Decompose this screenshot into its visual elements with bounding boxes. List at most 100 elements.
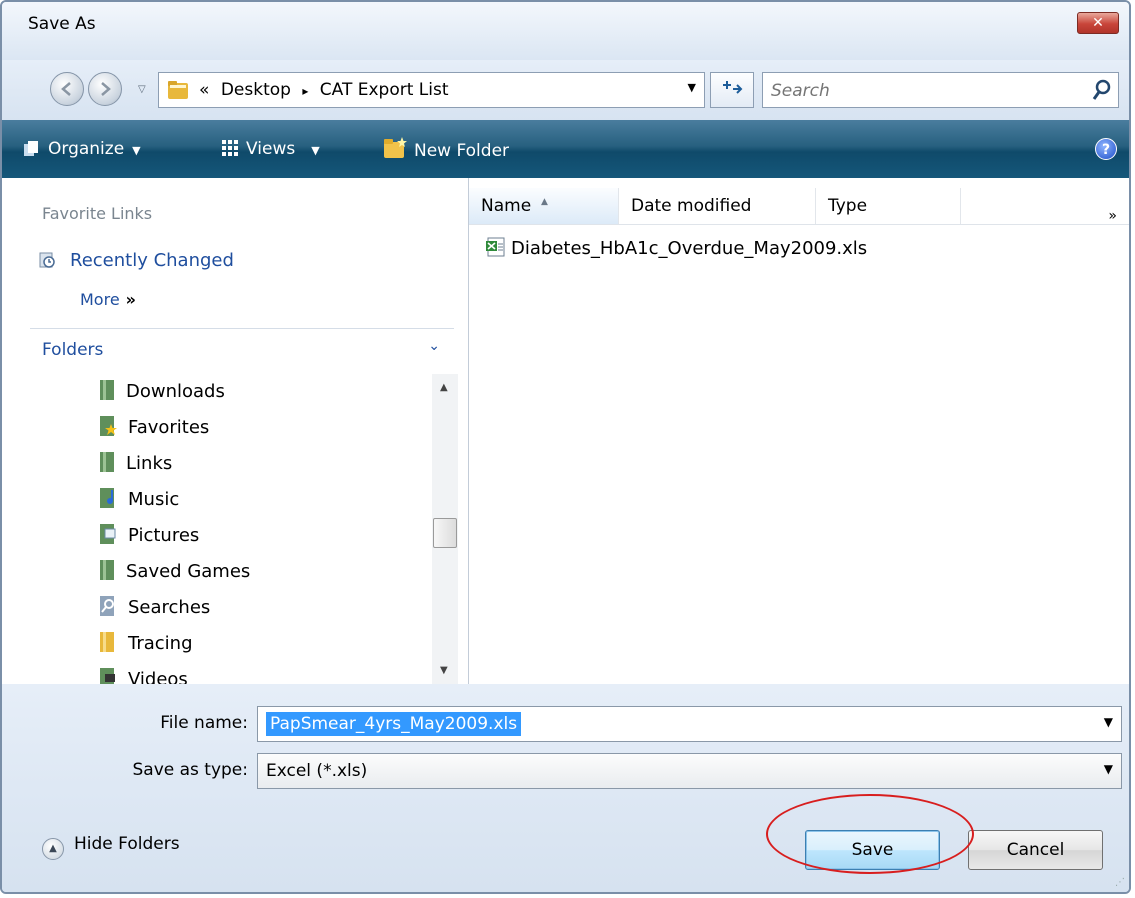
file-name-label: File name: [160, 713, 248, 733]
chevron-down-icon: ▼ [132, 144, 141, 157]
tree-item-links[interactable]: Links [98, 446, 172, 482]
new-folder-label: New Folder [414, 141, 510, 161]
scroll-up-icon[interactable]: ▲ [440, 382, 448, 393]
tree-item-label: Videos [128, 669, 188, 684]
save-as-dialog: Save As ✕ ▽ « Desktop ▸ CAT Export List … [0, 0, 1131, 894]
recent-icon [39, 252, 55, 268]
forward-button[interactable] [88, 72, 122, 106]
yellow-folder-icon [100, 632, 114, 652]
search-icon[interactable] [1092, 79, 1112, 101]
views-icon [222, 140, 238, 156]
organize-menu[interactable]: Organize ▼ [22, 136, 141, 162]
save-as-type-label: Save as type: [132, 760, 248, 780]
folder-icon [100, 380, 114, 400]
save-as-type-select[interactable]: Excel (*.xls) ▼ [257, 753, 1122, 789]
folders-header[interactable]: Folders [42, 340, 103, 360]
excel-file-icon [486, 237, 505, 257]
folder-icon [100, 452, 114, 472]
help-button[interactable]: ? [1095, 138, 1117, 160]
close-button[interactable]: ✕ [1077, 12, 1119, 34]
list-item[interactable]: Diabetes_HbA1c_Overdue_May2009.xls [485, 236, 867, 259]
column-header-name[interactable]: ▲ Name [469, 188, 619, 224]
tree-item-searches[interactable]: Searches [98, 590, 210, 626]
save-options-area: File name: PapSmear_4yrs_May2009.xls ▼ S… [2, 684, 1129, 892]
more-columns-icon[interactable]: » [1108, 198, 1117, 234]
address-dropdown-icon[interactable]: ▼ [688, 81, 696, 94]
chevron-down-icon: ▼ [311, 144, 320, 157]
favorite-link-label: Recently Changed [70, 250, 234, 271]
file-name-input[interactable]: PapSmear_4yrs_May2009.xls [266, 712, 522, 736]
refresh-icon [723, 81, 743, 94]
breadcrumb-overflow[interactable]: « [199, 80, 209, 100]
tree-item-label: Downloads [126, 381, 225, 402]
back-arrow-icon [61, 82, 71, 96]
command-toolbar: Organize ▼ Views ▼ New Folder ? [2, 120, 1129, 178]
more-label: More [80, 290, 120, 309]
tree-item-downloads[interactable]: Downloads [98, 374, 225, 410]
tree-item-tracing[interactable]: Tracing [98, 626, 193, 662]
views-label: Views [246, 139, 296, 159]
save-button[interactable]: Save [805, 830, 940, 870]
column-header-row: ▲ Name Date modified Type » [469, 188, 1129, 225]
favorites-icon [100, 416, 117, 436]
save-as-type-value: Excel (*.xls) [266, 761, 368, 781]
tree-item-saved-games[interactable]: Saved Games [98, 554, 250, 590]
searches-icon [100, 596, 114, 616]
more-chevron-icon: » [125, 290, 137, 309]
tree-item-label: Pictures [128, 525, 200, 546]
organize-icon [24, 141, 38, 156]
back-button[interactable] [50, 72, 84, 106]
navigation-pane: Favorite Links Recently Changed More » Fo… [2, 178, 469, 684]
recent-pages-dropdown[interactable]: ▽ [138, 84, 146, 95]
divider [30, 328, 454, 329]
window-title: Save As [28, 14, 96, 34]
tree-item-label: Music [128, 489, 180, 510]
sort-ascending-icon: ▲ [541, 197, 548, 207]
breadcrumb: « Desktop ▸ CAT Export List [199, 80, 455, 100]
new-folder-icon [384, 137, 407, 158]
chevron-down-icon[interactable]: ▼ [1104, 762, 1113, 776]
tree-item-label: Saved Games [126, 561, 251, 582]
column-header-date-modified[interactable]: Date modified [619, 188, 816, 224]
hide-folders-label: Hide Folders [74, 834, 180, 854]
folder-icon [100, 560, 114, 580]
column-header-type[interactable]: Type [816, 188, 961, 224]
folder-tree: Downloads Favorites Links Music Pictures… [2, 374, 434, 684]
breadcrumb-separator[interactable]: ▸ [302, 84, 308, 98]
hide-folders-button[interactable]: ▲ Hide Folders [42, 834, 180, 860]
chevron-down-icon[interactable]: ⌄ [428, 338, 440, 354]
cancel-button[interactable]: Cancel [968, 830, 1103, 870]
tree-item-videos[interactable]: Videos [98, 662, 188, 684]
more-links[interactable]: More » [80, 290, 136, 309]
file-name: Diabetes_HbA1c_Overdue_May2009.xls [511, 238, 868, 259]
tree-item-favorites[interactable]: Favorites [98, 410, 209, 446]
navigation-bar: ▽ « Desktop ▸ CAT Export List ▼ [2, 60, 1129, 120]
folder-tree-scrollbar[interactable]: ▲ ▼ [432, 374, 458, 684]
tree-item-label: Links [126, 453, 173, 474]
tree-item-pictures[interactable]: Pictures [98, 518, 199, 554]
breadcrumb-desktop[interactable]: Desktop [221, 80, 291, 100]
refresh-button[interactable] [710, 72, 754, 108]
views-menu[interactable]: Views ▼ [220, 136, 320, 162]
favorite-link-recently-changed[interactable]: Recently Changed [38, 250, 234, 271]
favorite-links-header: Favorite Links [42, 204, 153, 223]
tree-item-label: Favorites [128, 417, 210, 438]
breadcrumb-cat-export-list[interactable]: CAT Export List [320, 80, 449, 100]
title-bar: Save As ✕ [2, 2, 1129, 60]
address-bar[interactable]: « Desktop ▸ CAT Export List ▼ [158, 72, 705, 108]
search-input[interactable] [769, 77, 1073, 105]
scroll-down-icon[interactable]: ▼ [440, 665, 448, 676]
file-name-combobox[interactable]: PapSmear_4yrs_May2009.xls ▼ [257, 706, 1122, 742]
forward-arrow-icon [101, 82, 111, 96]
pictures-icon [100, 524, 116, 544]
chevron-down-icon[interactable]: ▼ [1104, 715, 1113, 729]
tree-item-label: Tracing [128, 633, 193, 654]
tree-item-label: Searches [128, 597, 211, 618]
tree-item-music[interactable]: Music [98, 482, 179, 518]
file-list-pane: ▲ Name Date modified Type » Diabetes_HbA1… [469, 178, 1129, 684]
search-box[interactable] [762, 72, 1119, 108]
resize-grip-icon[interactable]: ⋰ [1115, 877, 1125, 888]
new-folder-button[interactable]: New Folder [382, 136, 509, 162]
chevron-up-icon: ▲ [42, 838, 64, 860]
scroll-thumb[interactable] [433, 518, 457, 548]
